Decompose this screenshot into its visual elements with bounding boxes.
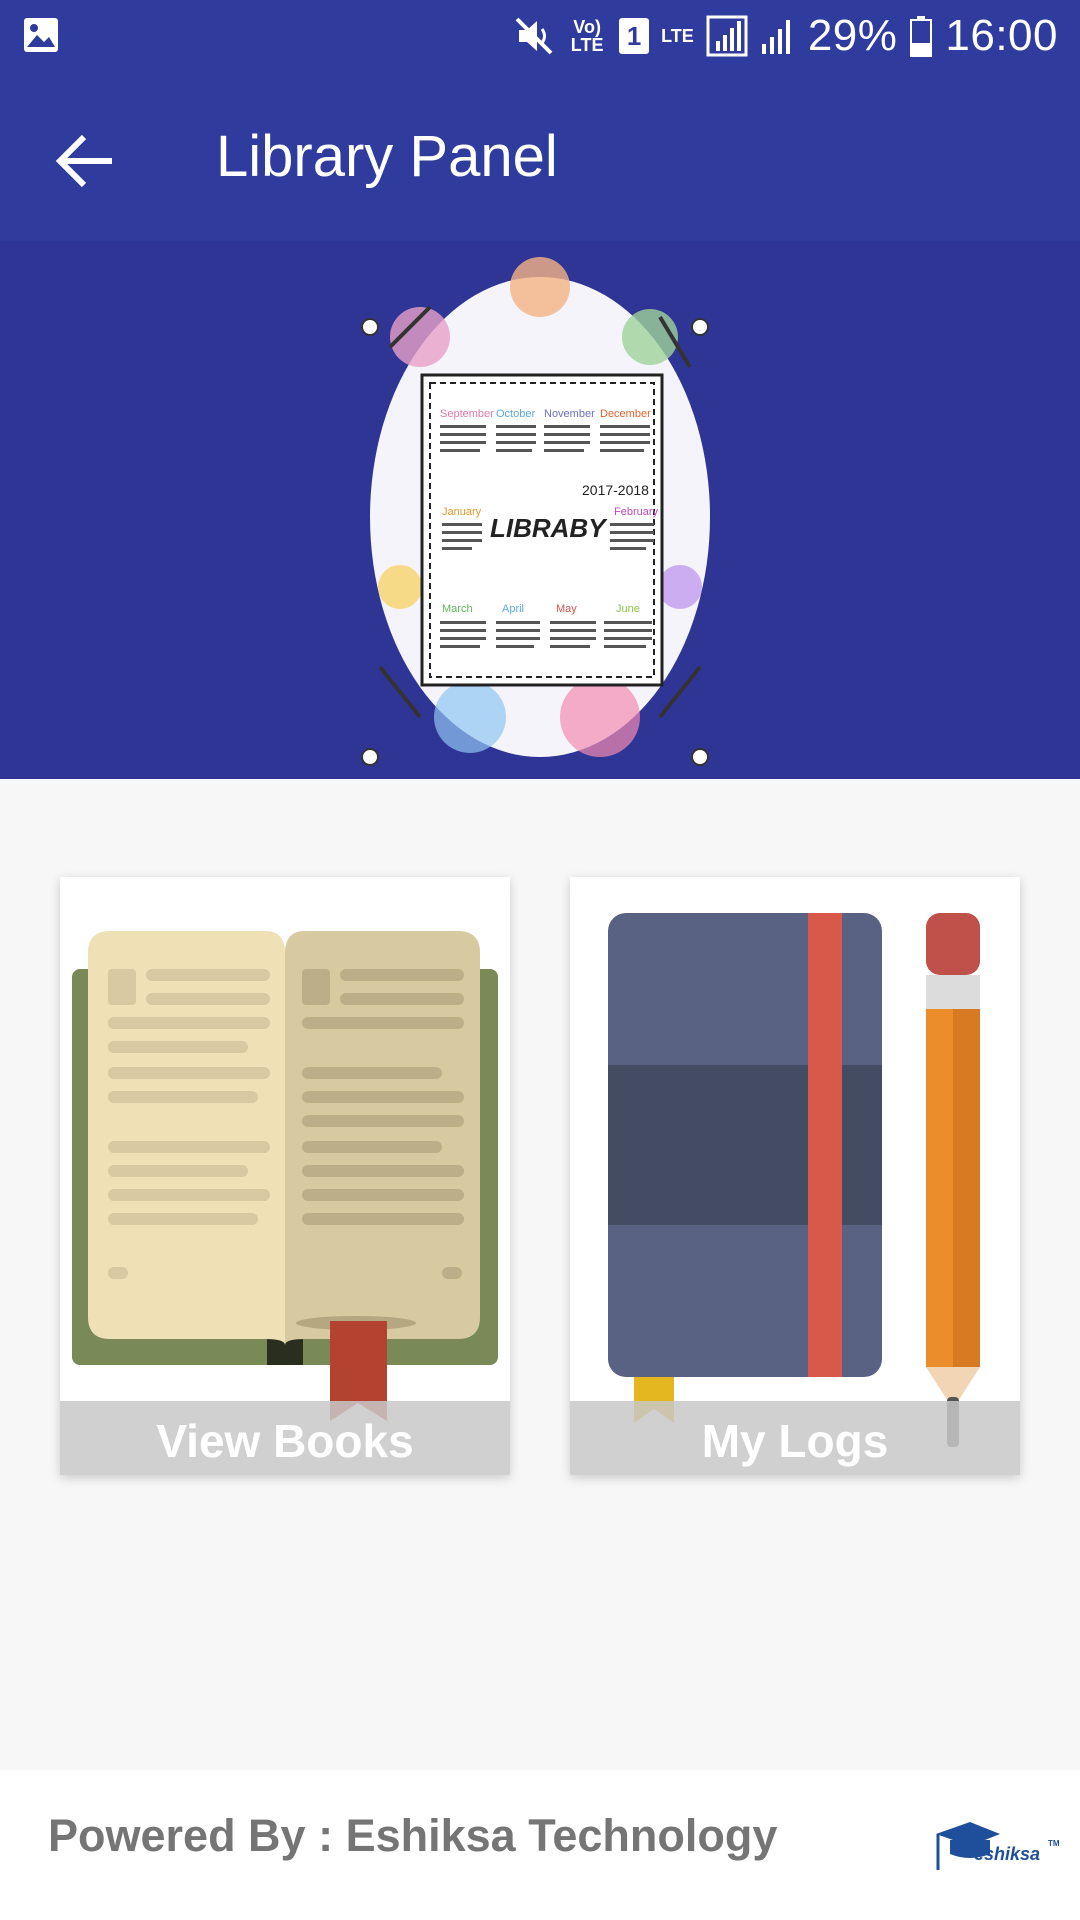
battery-percent: 29% xyxy=(807,10,898,60)
month-november: November xyxy=(544,408,595,420)
month-february: February xyxy=(614,506,659,518)
page-title: Library Panel xyxy=(216,124,558,189)
signal-icon-2 xyxy=(761,19,790,54)
sim-icon: 1 xyxy=(619,17,650,54)
month-january: January xyxy=(442,506,482,518)
signal-icon xyxy=(706,15,748,56)
eshiksa-logo: eshiksa TM xyxy=(936,1822,1060,1870)
gallery-icon xyxy=(24,18,58,52)
mute-icon xyxy=(515,17,553,54)
footer: Powered By : Eshiksa Technology eshiksa … xyxy=(0,1770,1080,1920)
month-march: March xyxy=(442,603,473,615)
month-may: May xyxy=(556,603,577,615)
open-book-icon xyxy=(72,931,498,1421)
month-april: April xyxy=(502,603,524,615)
month-december: December xyxy=(600,408,651,420)
month-october: October xyxy=(496,408,535,420)
volte-icon: Vo) LTE xyxy=(570,16,604,55)
arrow-left-icon[interactable] xyxy=(50,126,120,196)
library-banner-image: September October November December Janu… xyxy=(361,257,710,766)
battery-icon xyxy=(910,15,933,57)
logo-text: eshiksa xyxy=(974,1844,1040,1864)
notebook-pencil-icon xyxy=(608,913,980,1447)
lte-icon: LTE xyxy=(661,25,694,46)
toolbar: Library Panel xyxy=(0,71,1080,241)
month-september: September xyxy=(440,408,494,420)
my-logs-label[interactable]: My Logs xyxy=(570,1401,1020,1475)
library-word: LIBRABY xyxy=(490,513,608,543)
year-label: 2017-2018 xyxy=(582,482,649,498)
view-books-label[interactable]: View Books xyxy=(60,1401,510,1475)
library-banner: September October November December Janu… xyxy=(0,241,1080,779)
logo-tm: TM xyxy=(1048,1839,1060,1848)
month-june: June xyxy=(616,603,640,615)
powered-by-text: Powered By : Eshiksa Technology xyxy=(48,1810,778,1861)
status-bar: Vo) LTE 1 LTE 29% 16:00 xyxy=(0,0,1080,71)
clock: 16:00 xyxy=(945,10,1058,60)
my-logs-card[interactable]: My Logs xyxy=(570,877,1020,1475)
view-books-card[interactable]: View Books xyxy=(60,877,510,1475)
